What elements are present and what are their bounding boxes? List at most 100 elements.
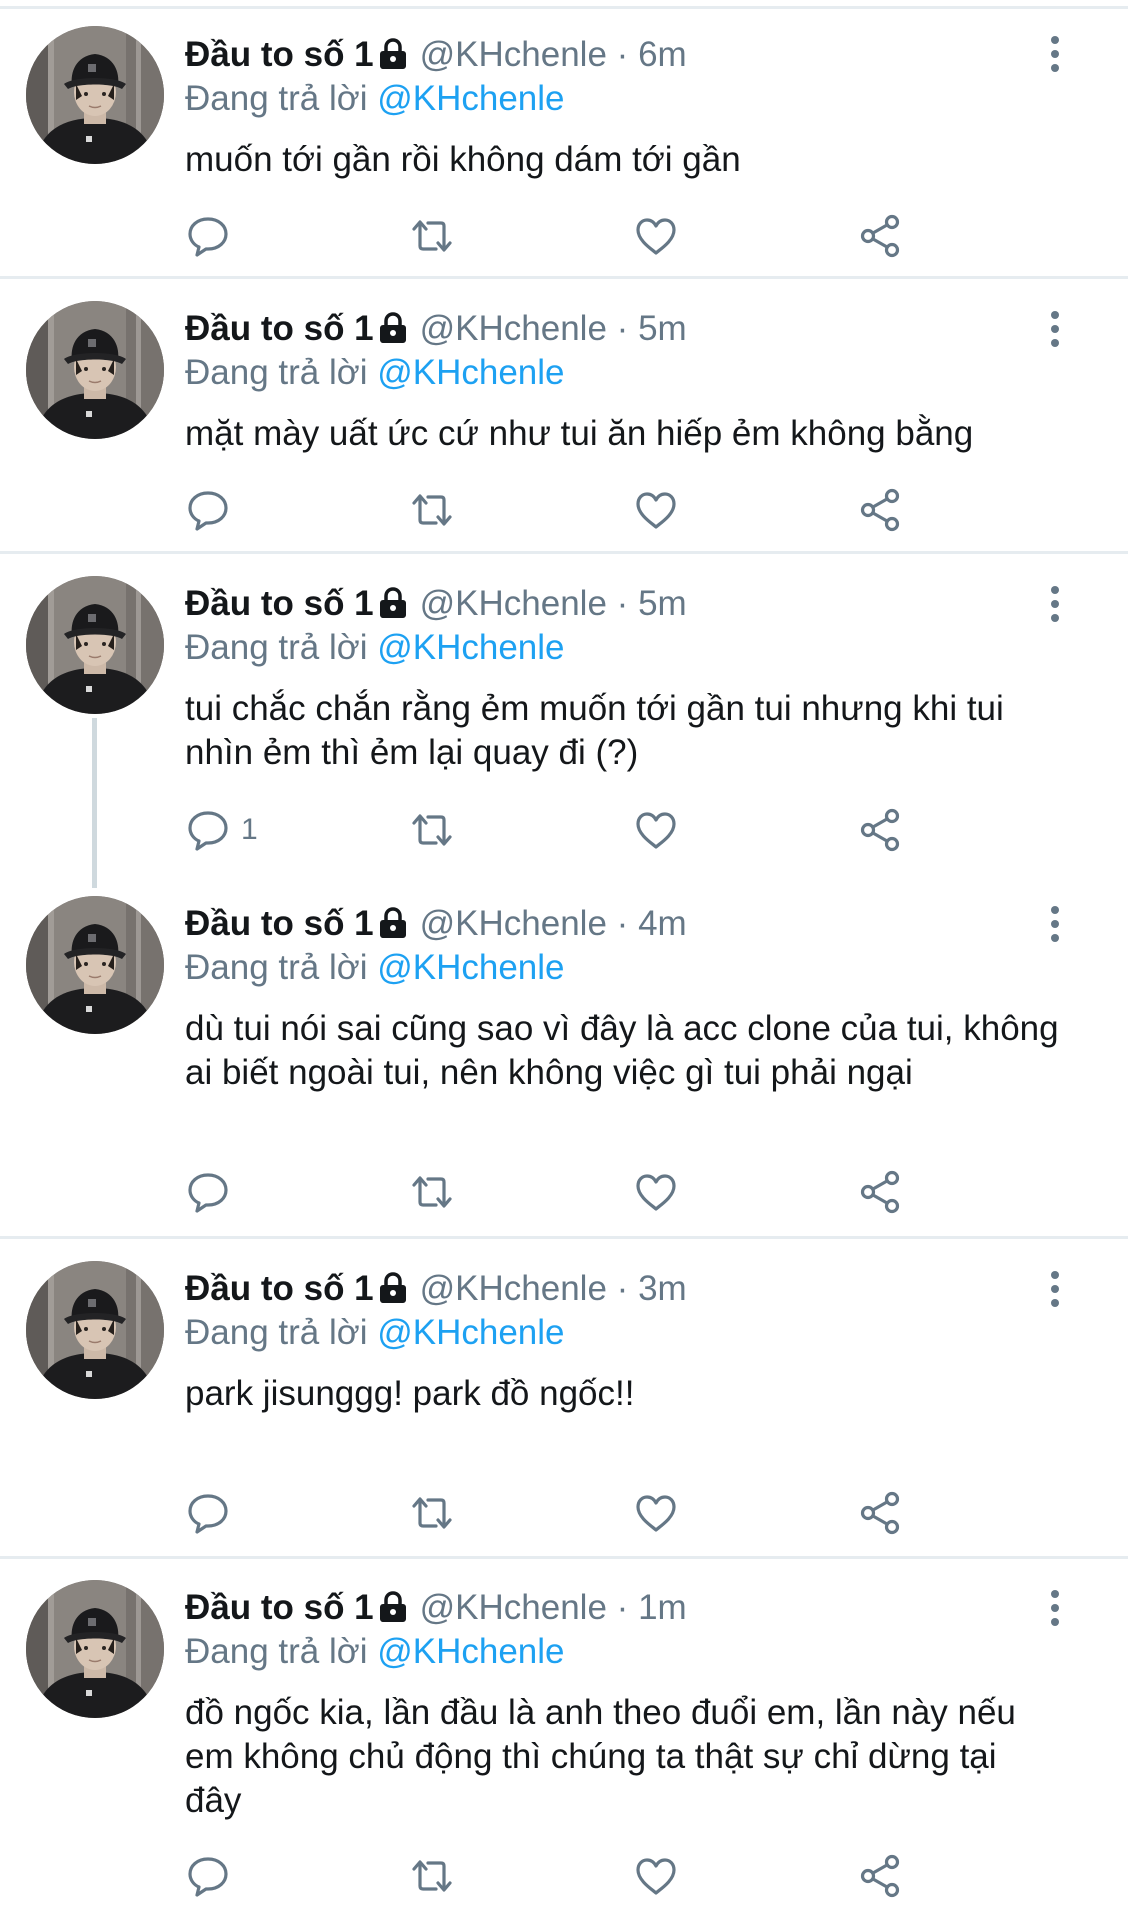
share-button[interactable]: [857, 1489, 903, 1537]
retweet-button[interactable]: [407, 212, 457, 260]
share-button[interactable]: [857, 1168, 903, 1216]
author-name[interactable]: Đầu to số 1: [185, 309, 374, 348]
author-name[interactable]: Đầu to số 1: [185, 35, 374, 74]
author-handle[interactable]: @KHchenle: [420, 309, 607, 348]
mention-link[interactable]: @KHchenle: [377, 628, 564, 667]
timestamp[interactable]: 4m: [638, 904, 687, 943]
replying-label: Đang trả lời: [185, 1313, 378, 1352]
share-button[interactable]: [857, 212, 903, 260]
timestamp[interactable]: 1m: [638, 1588, 687, 1627]
share-button[interactable]: [857, 1852, 903, 1900]
mention-link[interactable]: @KHchenle: [377, 948, 564, 987]
more-vertical-icon[interactable]: [1040, 309, 1070, 349]
reply-icon: [185, 213, 231, 259]
heart-icon: [633, 1169, 679, 1215]
retweet-button[interactable]: [407, 1489, 457, 1537]
lock-icon: [378, 1590, 408, 1634]
avatar[interactable]: [26, 26, 164, 164]
reply-button[interactable]: [185, 1168, 241, 1216]
action-bar: [185, 212, 925, 260]
author-name[interactable]: Đầu to số 1: [185, 1269, 374, 1308]
more-vertical-icon[interactable]: [1040, 584, 1070, 624]
retweet-button[interactable]: [407, 806, 457, 854]
timestamp[interactable]: 5m: [638, 584, 687, 623]
tweet-header: Đầu to số 1 @KHchenle · 5m: [185, 307, 687, 351]
reply-button[interactable]: 1: [185, 806, 258, 854]
separator: ·: [616, 584, 629, 623]
tweet[interactable]: Đầu to số 1 @KHchenle · 6m Đang trả lời @…: [0, 0, 1128, 275]
share-icon: [857, 1853, 903, 1899]
separator: ·: [616, 309, 629, 348]
author-name[interactable]: Đầu to số 1: [185, 1588, 374, 1627]
mention-link[interactable]: @KHchenle: [377, 79, 564, 118]
author-handle[interactable]: @KHchenle: [420, 584, 607, 623]
avatar[interactable]: [26, 1580, 164, 1718]
like-button[interactable]: [633, 1168, 679, 1216]
avatar[interactable]: [26, 896, 164, 1034]
more-vertical-icon[interactable]: [1040, 1269, 1070, 1309]
reply-button[interactable]: [185, 1489, 241, 1537]
heart-icon: [633, 213, 679, 259]
reply-count: 1: [241, 813, 258, 846]
like-button[interactable]: [633, 486, 679, 534]
retweet-icon: [407, 1853, 457, 1899]
action-bar: [185, 1168, 925, 1216]
tweet-text: muốn tới gần rồi không dám tới gần: [185, 140, 741, 179]
timestamp[interactable]: 5m: [638, 309, 687, 348]
like-button[interactable]: [633, 212, 679, 260]
separator: ·: [616, 904, 629, 943]
share-button[interactable]: [857, 486, 903, 534]
lock-icon: [378, 37, 408, 81]
tweet-header: Đầu to số 1 @KHchenle · 3m: [185, 1267, 687, 1311]
tweet[interactable]: Đầu to số 1 @KHchenle · 5m Đang trả lời @…: [0, 279, 1128, 550]
author-handle[interactable]: @KHchenle: [420, 35, 607, 74]
thread-line: [92, 718, 97, 888]
tweet[interactable]: Đầu to số 1 @KHchenle · 1m Đang trả lời @…: [0, 1559, 1128, 1920]
retweet-button[interactable]: [407, 486, 457, 534]
timestamp[interactable]: 6m: [638, 35, 687, 74]
author-handle[interactable]: @KHchenle: [420, 1588, 607, 1627]
tweet[interactable]: Đầu to số 1 @KHchenle · 5m Đang trả lời @…: [0, 554, 1128, 894]
replying-to: Đang trả lời @KHchenle: [185, 351, 565, 395]
replying-to: Đang trả lời @KHchenle: [185, 1630, 565, 1674]
reply-button[interactable]: [185, 212, 241, 260]
heart-icon: [633, 1490, 679, 1536]
tweet-text: đồ ngốc kia, lần đầu là anh theo đuổi em…: [185, 1693, 1016, 1820]
timestamp[interactable]: 3m: [638, 1269, 687, 1308]
heart-icon: [633, 807, 679, 853]
heart-icon: [633, 487, 679, 533]
lock-icon: [378, 906, 408, 950]
author-handle[interactable]: @KHchenle: [420, 904, 607, 943]
avatar[interactable]: [26, 576, 164, 714]
mention-link[interactable]: @KHchenle: [377, 1313, 564, 1352]
retweet-icon: [407, 807, 457, 853]
replying-label: Đang trả lời: [185, 353, 378, 392]
retweet-button[interactable]: [407, 1852, 457, 1900]
retweet-icon: [407, 1490, 457, 1536]
share-button[interactable]: [857, 806, 903, 854]
more-vertical-icon[interactable]: [1040, 34, 1070, 74]
replying-to: Đang trả lời @KHchenle: [185, 626, 565, 670]
like-button[interactable]: [633, 1489, 679, 1537]
heart-icon: [633, 1853, 679, 1899]
reply-icon: [185, 1169, 231, 1215]
tweet[interactable]: Đầu to số 1 @KHchenle · 4m Đang trả lời @…: [0, 894, 1128, 1234]
avatar[interactable]: [26, 1261, 164, 1399]
author-handle[interactable]: @KHchenle: [420, 1269, 607, 1308]
like-button[interactable]: [633, 806, 679, 854]
tweet[interactable]: Đầu to số 1 @KHchenle · 3m Đang trả lời @…: [0, 1239, 1128, 1555]
author-name[interactable]: Đầu to số 1: [185, 904, 374, 943]
reply-icon: [185, 807, 231, 853]
reply-button[interactable]: [185, 486, 241, 534]
more-vertical-icon[interactable]: [1040, 904, 1070, 944]
author-name[interactable]: Đầu to số 1: [185, 584, 374, 623]
more-vertical-icon[interactable]: [1040, 1588, 1070, 1628]
reply-button[interactable]: [185, 1852, 241, 1900]
mention-link[interactable]: @KHchenle: [377, 1632, 564, 1671]
replying-label: Đang trả lời: [185, 628, 378, 667]
avatar[interactable]: [26, 301, 164, 439]
like-button[interactable]: [633, 1852, 679, 1900]
retweet-button[interactable]: [407, 1168, 457, 1216]
reply-icon: [185, 1853, 231, 1899]
mention-link[interactable]: @KHchenle: [377, 353, 564, 392]
